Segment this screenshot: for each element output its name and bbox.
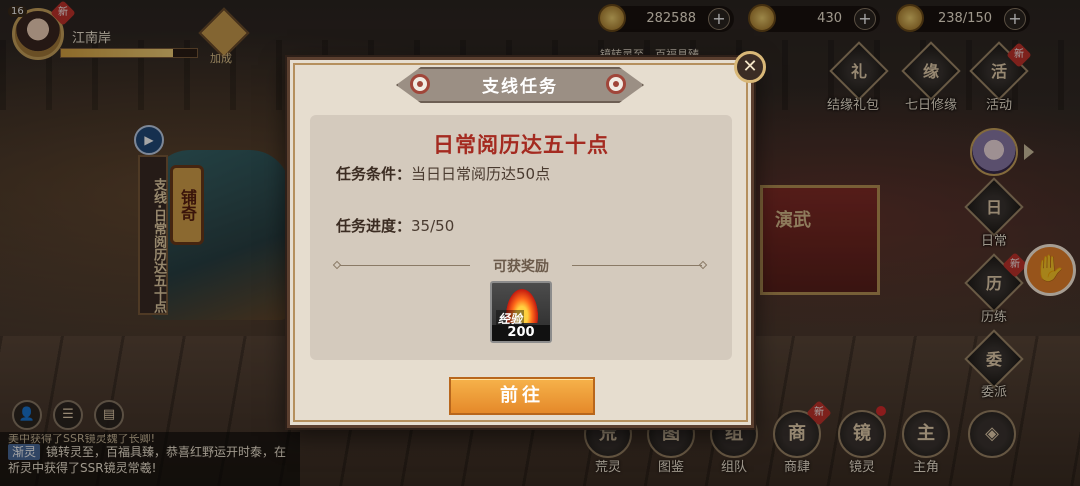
ornament-icon xyxy=(606,74,626,94)
go-button[interactable]: 前往 xyxy=(449,377,595,415)
close-icon[interactable]: ✕ xyxy=(734,51,766,83)
quest-progress: 任务进度：35/50 xyxy=(336,215,454,236)
condition-value: 当日日常阅历达50点 xyxy=(411,165,551,183)
progress-value: 35/50 xyxy=(411,217,455,235)
condition-label: 任务条件： xyxy=(336,165,412,183)
quest-content-panel: 日常阅历达五十点 任务条件：当日日常阅历达50点 任务进度：35/50 可获奖励… xyxy=(310,115,732,360)
progress-label: 任务进度： xyxy=(336,217,412,235)
quest-condition: 任务条件：当日日常阅历达50点 xyxy=(336,163,550,184)
reward-count: 200 xyxy=(492,325,550,341)
ornament-icon xyxy=(410,74,430,94)
reward-exp-item[interactable]: 经验 200 xyxy=(490,281,552,343)
side-quest-dialog: 支线任务 日常阅历达五十点 任务条件：当日日常阅历达50点 任务进度：35/50… xyxy=(287,57,754,428)
reward-header: 可获奖励 xyxy=(493,259,549,275)
reward-divider: 可获奖励 xyxy=(332,255,708,275)
quest-name: 日常阅历达五十点 xyxy=(433,133,609,157)
